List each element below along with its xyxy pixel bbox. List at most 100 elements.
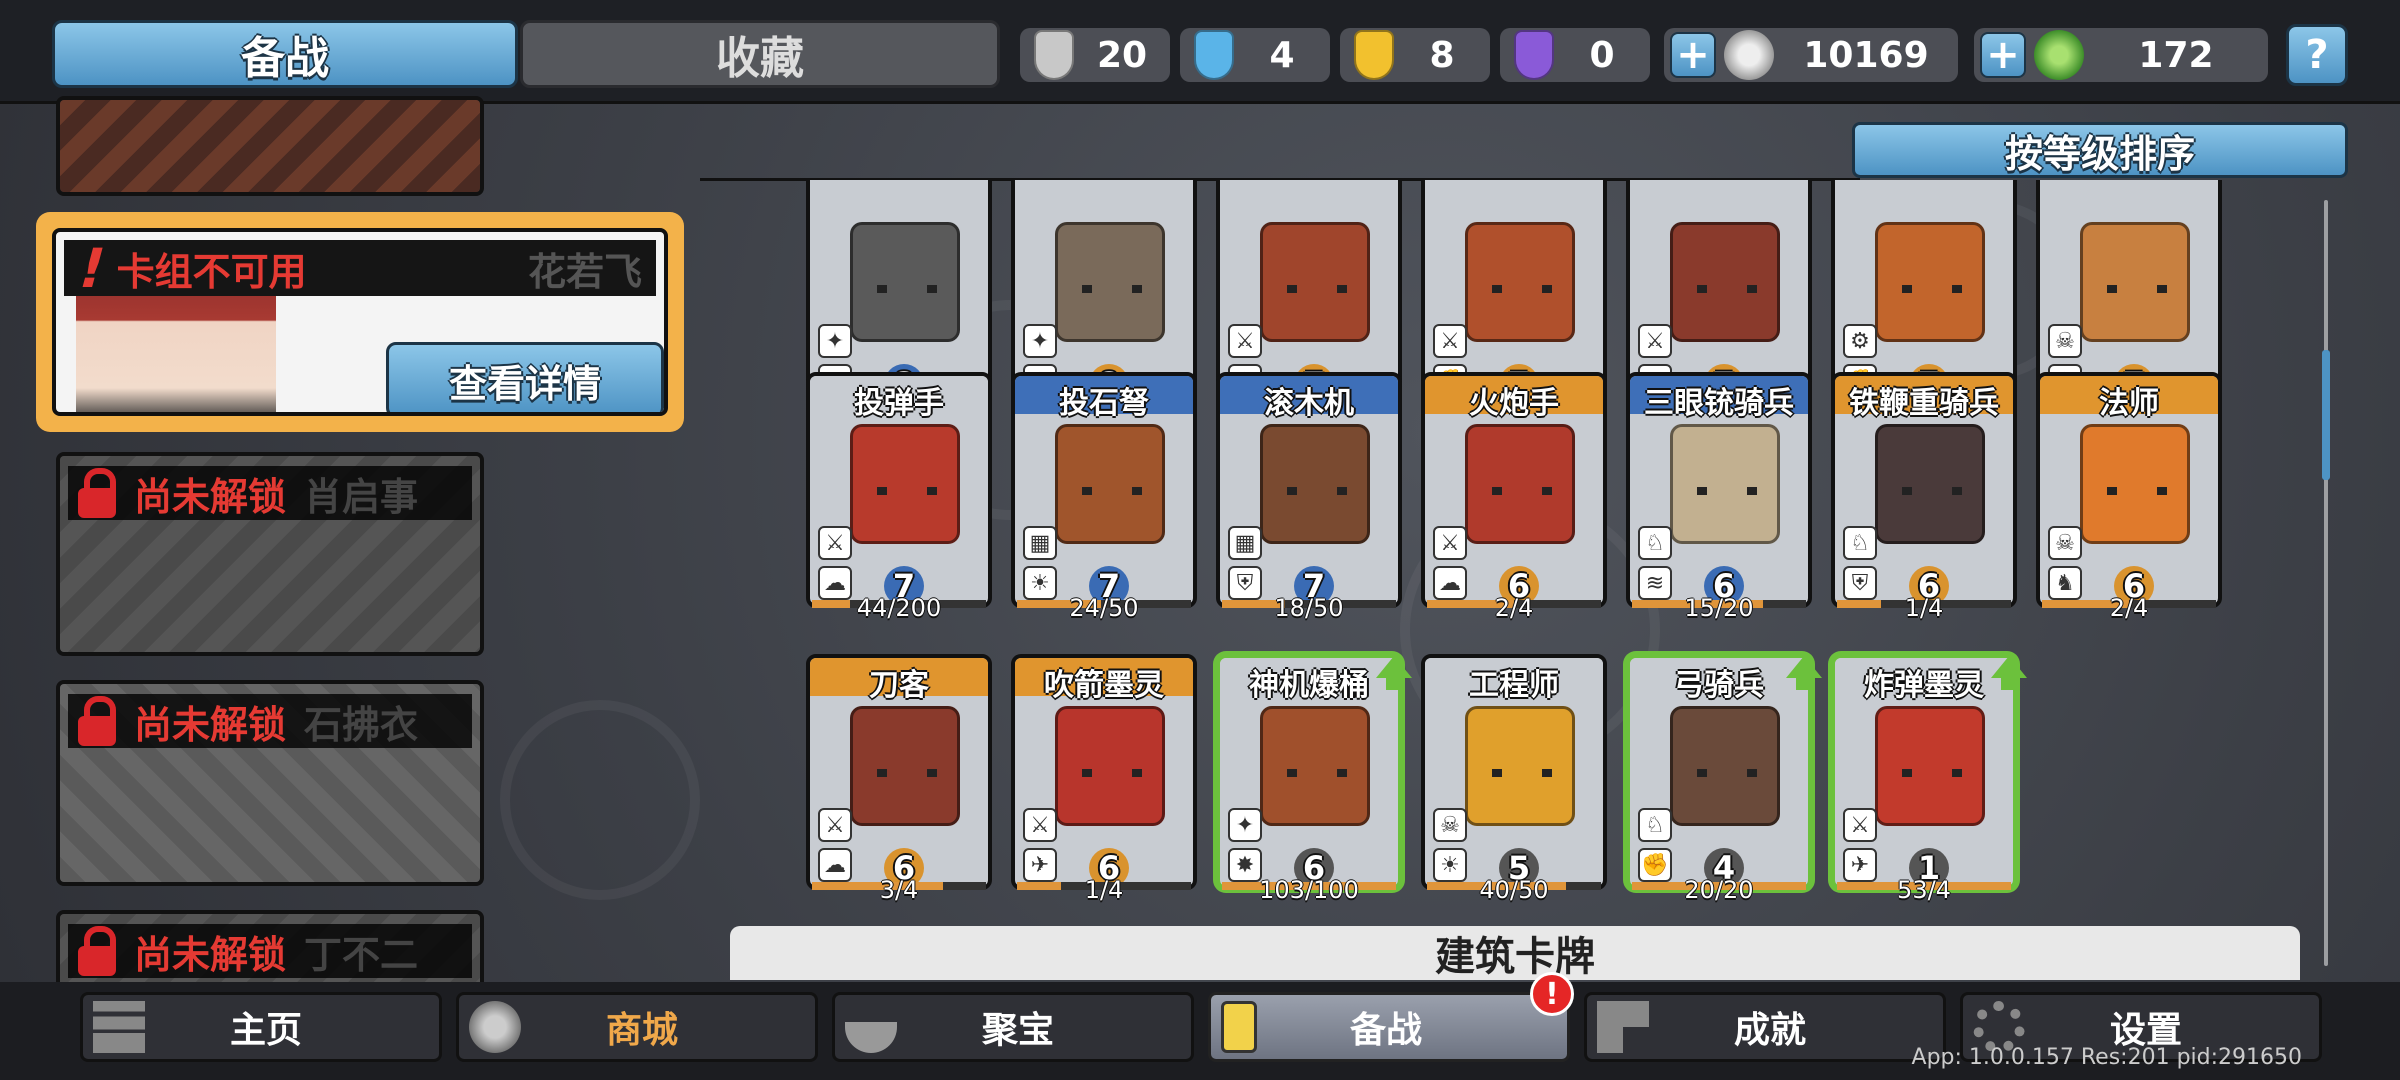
card-frame: 三眼铳骑兵 ♘ ≋ 6: [1626, 372, 1812, 608]
card-name: 投弹手: [854, 386, 944, 421]
hero-slot-locked[interactable]: 尚未解锁 肖启事: [56, 452, 484, 656]
unit-portrait: [1260, 706, 1370, 826]
unit-card[interactable]: 工程师 ☠ ☀ 5 40/50: [1421, 654, 1607, 904]
skill-icon: ⚔: [1638, 324, 1672, 358]
skill-icon: ⚙: [1843, 324, 1877, 358]
unit-card[interactable]: 铁鞭重骑兵 ♘ ⛨ 6 1/4: [1831, 372, 2017, 622]
nav-shop[interactable]: 商城: [456, 992, 818, 1062]
card-header: [1015, 180, 1193, 212]
lock-icon: [76, 466, 120, 520]
card-frame: 滚木机 ▦ ⛨ 7: [1216, 372, 1402, 608]
unit-portrait: [850, 222, 960, 342]
unit-portrait: [850, 424, 960, 544]
coins-icon: [469, 1001, 521, 1053]
hero-status: 尚未解锁: [134, 474, 287, 519]
unit-card[interactable]: 投弹手 ⚔ ☁ 7 44/200: [806, 372, 992, 622]
hero-status-bar: 尚未解锁 丁不二: [68, 924, 472, 978]
unit-portrait: [1055, 706, 1165, 826]
unit-portrait: [1875, 222, 1985, 342]
unit-card[interactable]: 三眼铳骑兵 ♘ ≋ 6 15/20: [1626, 372, 1812, 622]
unit-card[interactable]: 吹箭墨灵 ⚔ ✈ 6 1/4: [1011, 654, 1197, 904]
card-frame: 法师 ☠ ♞ 6: [2036, 372, 2222, 608]
currency-jade: + 172: [1974, 28, 2268, 82]
add-silver-button[interactable]: +: [1670, 32, 1716, 78]
card-frame: 神机爆桶 ✦ ✸ 6: [1216, 654, 1402, 890]
card-count: 20/20: [1684, 876, 1754, 904]
hero-name: 石拂衣: [304, 702, 419, 747]
unit-card[interactable]: 炸弹墨灵 ⚔ ✈ 1 53/4: [1831, 654, 2027, 904]
nav-treasure[interactable]: 聚宝: [832, 992, 1194, 1062]
nav-achievements[interactable]: 成就: [1584, 992, 1946, 1062]
hero-slot-locked[interactable]: 尚未解锁 石拂衣: [56, 680, 484, 886]
tab-prep[interactable]: 备战: [52, 20, 518, 88]
hero-status-bar: ! 卡组不可用 花若飞: [64, 237, 656, 300]
card-name: 工程师: [1469, 668, 1559, 703]
card-name: 刀客: [869, 668, 929, 703]
lock-icon: [76, 924, 120, 978]
currency-silver: + 10169: [1664, 28, 1958, 82]
resource-blue-shield: 4: [1180, 28, 1330, 82]
skill-icon: ⚔: [1433, 526, 1467, 560]
building-cards-section-header[interactable]: 建筑卡牌: [730, 926, 2300, 980]
card-count: 18/50: [1274, 594, 1344, 622]
unit-portrait: [1875, 706, 1985, 826]
hero-name: 丁不二: [304, 932, 419, 977]
unit-card[interactable]: 法师 ☠ ♞ 6 2/4: [2036, 372, 2222, 622]
hero-slot-active[interactable]: ! 卡组不可用 花若飞 查看详情: [36, 212, 684, 432]
card-name: 铁鞭重骑兵: [1849, 386, 1999, 421]
unit-portrait: [850, 706, 960, 826]
card-name: 炸弹墨灵: [1864, 668, 1984, 703]
add-jade-button[interactable]: +: [1980, 32, 2026, 78]
hero-slot-partial[interactable]: [56, 96, 484, 196]
unit-portrait: [1260, 424, 1370, 544]
card-count: 40/50: [1479, 876, 1549, 904]
card-frame: 刀客 ⚔ ☁ 6: [806, 654, 992, 890]
card-header: [810, 180, 988, 212]
card-name: 弓骑兵: [1674, 668, 1764, 703]
unit-portrait: [1670, 424, 1780, 544]
silver-shield-icon: [1034, 30, 1074, 80]
blue-crystal-shield-icon: [1194, 30, 1234, 80]
unit-card-grid: ✦≋842/100✦♞80/10⚔♞7109/200⚔✊7119/200⚔⛨78…: [700, 180, 2320, 910]
hero-slot-locked[interactable]: 尚未解锁 丁不二: [56, 910, 484, 990]
unit-card[interactable]: 火炮手 ⚔ ☁ 6 2/4: [1421, 372, 1607, 622]
hero-status: 尚未解锁: [134, 702, 287, 747]
card-count: 1/4: [1084, 876, 1124, 904]
hero-card: ! 卡组不可用 花若飞 查看详情: [52, 228, 668, 416]
card-header: [1425, 180, 1603, 212]
view-details-button[interactable]: 查看详情: [386, 342, 664, 412]
card-count: 2/4: [2109, 594, 2149, 622]
card-deck-icon: [1221, 1001, 1257, 1053]
unit-card[interactable]: 神机爆桶 ✦ ✸ 6 103/100: [1216, 654, 1412, 904]
top-bar: 备战 收藏 20 4 8 0 + 10169 + 172 ?: [0, 0, 2400, 104]
silver-coin-icon: [1724, 30, 1774, 80]
hero-status-bar: 尚未解锁 肖启事: [68, 466, 472, 520]
nav-home[interactable]: 主页: [80, 992, 442, 1062]
hero-name: 花若飞: [527, 249, 642, 294]
tab-collection[interactable]: 收藏: [520, 20, 1000, 88]
skill-icon: ✦: [818, 324, 852, 358]
skill-icon: ♘: [1843, 526, 1877, 560]
game-screen: 备战 收藏 20 4 8 0 + 10169 + 172 ? ! 卡组不可用 花…: [0, 0, 2400, 1080]
card-name: 神机爆桶: [1249, 668, 1369, 703]
skill-icon: ⚔: [1023, 808, 1057, 842]
skill-icon: ✦: [1023, 324, 1057, 358]
card-frame: 火炮手 ⚔ ☁ 6: [1421, 372, 1607, 608]
help-button[interactable]: ?: [2286, 24, 2348, 86]
scrollbar-thumb[interactable]: [2322, 350, 2330, 480]
card-count: 15/20: [1684, 594, 1754, 622]
scrollbar-track[interactable]: [2324, 200, 2328, 966]
version-info: App: 1.0.0.157 Res:201 pid:291650: [1911, 1045, 2302, 1070]
card-frame: 投弹手 ⚔ ☁ 7: [806, 372, 992, 608]
unit-card[interactable]: 投石弩 ▦ ☀ 7 24/50: [1011, 372, 1197, 622]
unit-portrait: [2080, 222, 2190, 342]
sort-by-level-button[interactable]: 按等级排序: [1852, 122, 2348, 178]
unit-card[interactable]: 弓骑兵 ♘ ✊ 4 20/20: [1626, 654, 1822, 904]
unit-card[interactable]: 滚木机 ▦ ⛨ 7 18/50: [1216, 372, 1402, 622]
nav-prep[interactable]: 备战: [1208, 992, 1570, 1062]
card-count: 3/4: [879, 876, 919, 904]
unit-card[interactable]: 刀客 ⚔ ☁ 6 3/4: [806, 654, 992, 904]
card-frame: 弓骑兵 ♘ ✊ 4: [1626, 654, 1812, 890]
skill-icon: ☠: [1433, 808, 1467, 842]
unit-portrait: [1465, 706, 1575, 826]
